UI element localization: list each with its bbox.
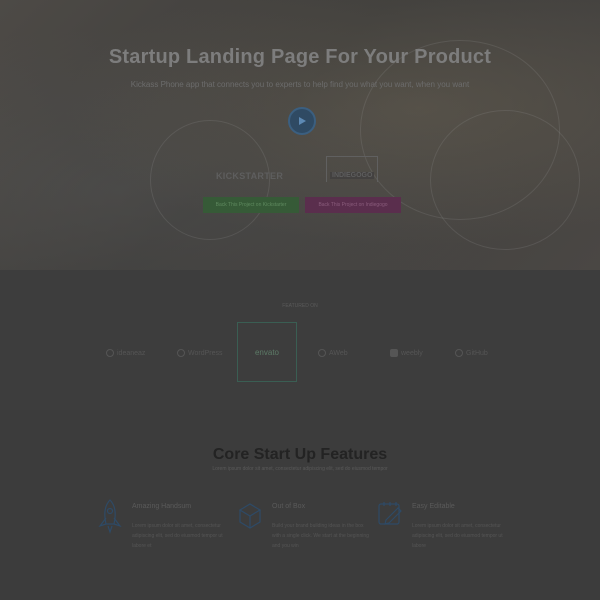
feature-description: Lorem ipsum dolor sit amet, consectetur …: [132, 523, 223, 549]
feature-title: Easy Editable: [412, 503, 455, 510]
github-icon: [455, 349, 463, 357]
brand-name: GitHub: [466, 349, 488, 357]
envato-icon: envato: [254, 347, 280, 357]
feature-out-of-box: Out of Box Build your brand building ide…: [236, 498, 369, 558]
brand-circle-icon: [106, 349, 114, 357]
brand-name: ideaneaz: [117, 349, 146, 357]
features-subtitle: Lorem ipsum dolor sit amet, consectetur …: [212, 466, 388, 472]
featured-on-label: FEATURED ON: [282, 303, 318, 309]
brand-envato[interactable]: envato: [237, 322, 297, 382]
weebly-icon: [390, 349, 398, 357]
play-icon: [299, 117, 306, 125]
brand-ideaneaz[interactable]: ideaneaz: [106, 343, 145, 363]
features-title: Core Start Up Features: [212, 446, 388, 463]
play-video-button[interactable]: [288, 107, 316, 135]
wordpress-icon: [177, 349, 185, 357]
feature-description: Lorem ipsum dolor sit amet, consectetur …: [412, 523, 503, 549]
feature-amazing-handsum: Amazing Handsum Lorem ipsum dolor sit am…: [96, 498, 226, 558]
feature-easy-editable: Easy Editable Lorem ipsum dolor sit amet…: [376, 498, 506, 558]
brand-weebly[interactable]: weebly: [390, 343, 423, 363]
background-cable: [430, 110, 580, 250]
aweb-icon: [318, 349, 326, 357]
box-icon: [238, 503, 262, 529]
brand-name: weebly: [401, 349, 423, 357]
brand-name: WordPress: [188, 349, 223, 357]
hero-title: Startup Landing Page For Your Product: [108, 46, 492, 68]
brand-aweb[interactable]: AWeb: [318, 343, 348, 363]
indiegogo-logo: INDIEGOGO: [330, 172, 375, 179]
back-on-kickstarter-button[interactable]: Back This Project on Kickstarter: [203, 197, 299, 213]
edit-icon: [378, 502, 402, 525]
rocket-icon: [98, 499, 122, 534]
brand-github[interactable]: GitHub: [455, 343, 488, 363]
hero-subtitle: Kickass Phone app that connects you to e…: [130, 80, 470, 89]
brand-name: AWeb: [329, 349, 348, 357]
kickstarter-logo: KICKSTARTER: [216, 171, 284, 181]
hero-section: Startup Landing Page For Your Product Ki…: [0, 0, 600, 270]
brand-wordpress[interactable]: WordPress: [177, 343, 223, 363]
feature-title: Out of Box: [272, 503, 306, 510]
feature-title: Amazing Handsum: [132, 503, 192, 510]
featured-on-section: FEATURED ON ideaneaz WordPress envato AW…: [0, 270, 600, 410]
feature-description: Build your brand building ideas in the b…: [272, 523, 369, 549]
back-on-indiegogo-button[interactable]: Back This Project on Indiegogo: [305, 197, 401, 213]
